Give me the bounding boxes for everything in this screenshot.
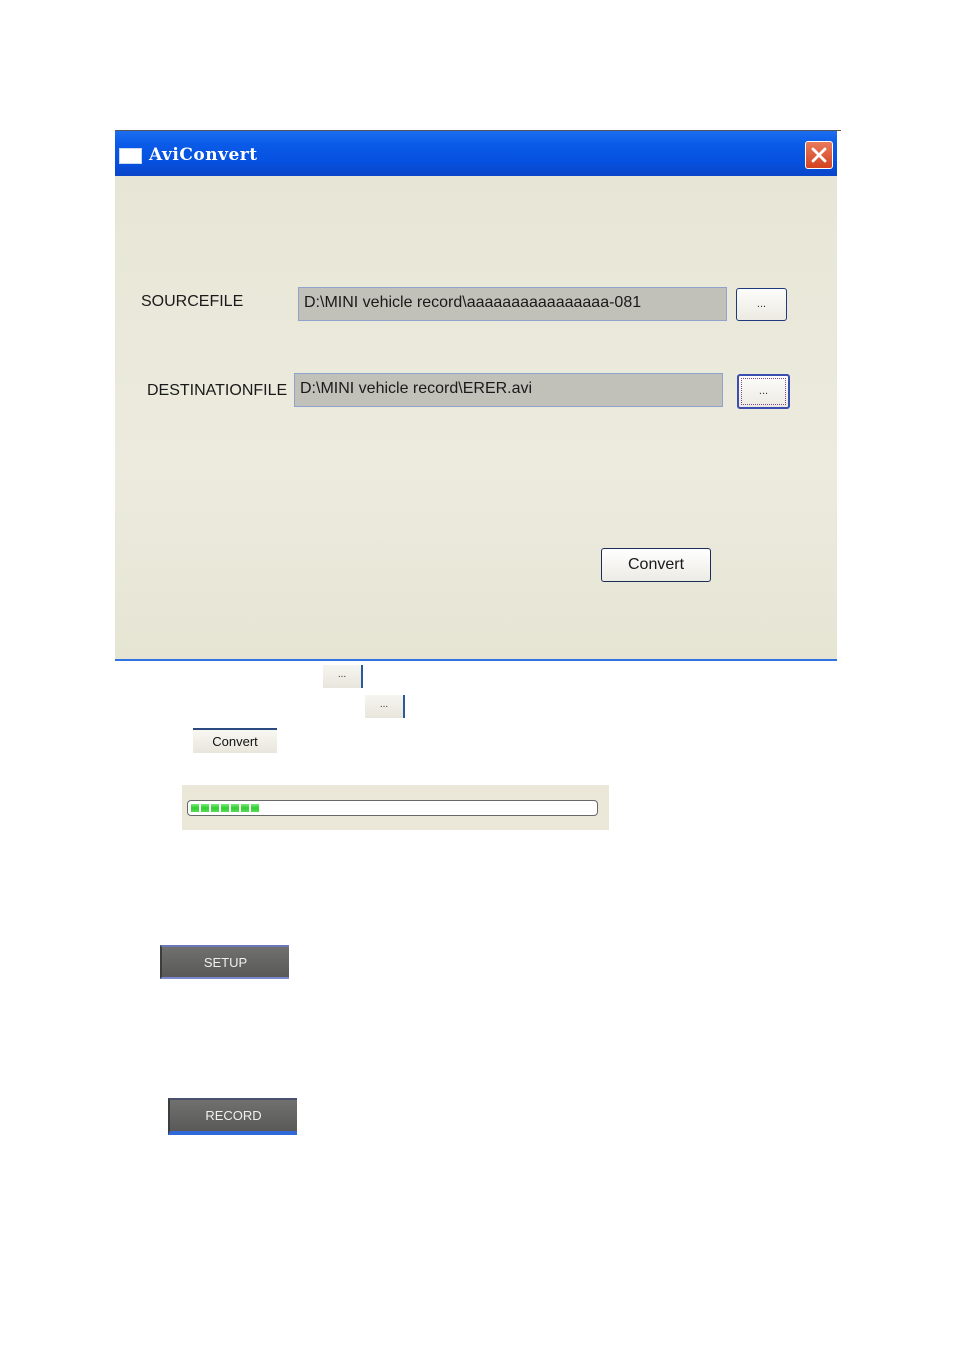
close-x-icon	[811, 147, 827, 163]
convert-button-snippet[interactable]: Convert	[193, 728, 277, 753]
window-app-icon	[119, 148, 142, 164]
destination-browse-button[interactable]: ...	[737, 374, 790, 409]
source-file-input[interactable]: D:\MINI vehicle record\aaaaaaaaaaaaaaaa-…	[298, 287, 727, 321]
window-title: AviConvert	[149, 145, 258, 165]
progress-panel	[182, 785, 609, 830]
window-client-area: SOURCEFILE D:\MINI vehicle record\aaaaaa…	[115, 176, 837, 659]
title-bar[interactable]: AviConvert	[115, 131, 837, 176]
aviconvert-window: AviConvert SOURCEFILE D:\MINI vehicle re…	[115, 131, 837, 661]
source-browse-button[interactable]: ...	[736, 288, 787, 321]
progress-segment	[191, 804, 199, 812]
progress-segment	[251, 804, 259, 812]
convert-button[interactable]: Convert	[601, 548, 711, 582]
progress-fill	[191, 804, 259, 812]
destination-file-input[interactable]: D:\MINI vehicle record\ERER.avi	[294, 373, 723, 407]
destination-browse-button-snippet[interactable]: ...	[365, 695, 405, 718]
record-button[interactable]: RECORD	[168, 1098, 297, 1135]
source-file-label: SOURCEFILE	[141, 293, 244, 310]
source-browse-button-snippet[interactable]: ...	[323, 665, 363, 688]
progress-segment	[211, 804, 219, 812]
destination-file-label: DESTINATIONFILE	[147, 382, 288, 399]
close-button[interactable]	[805, 141, 833, 169]
progress-segment	[241, 804, 249, 812]
conversion-progress-bar	[187, 800, 598, 816]
progress-segment	[201, 804, 209, 812]
progress-segment	[231, 804, 239, 812]
progress-segment	[221, 804, 229, 812]
setup-button[interactable]: SETUP	[160, 945, 289, 979]
